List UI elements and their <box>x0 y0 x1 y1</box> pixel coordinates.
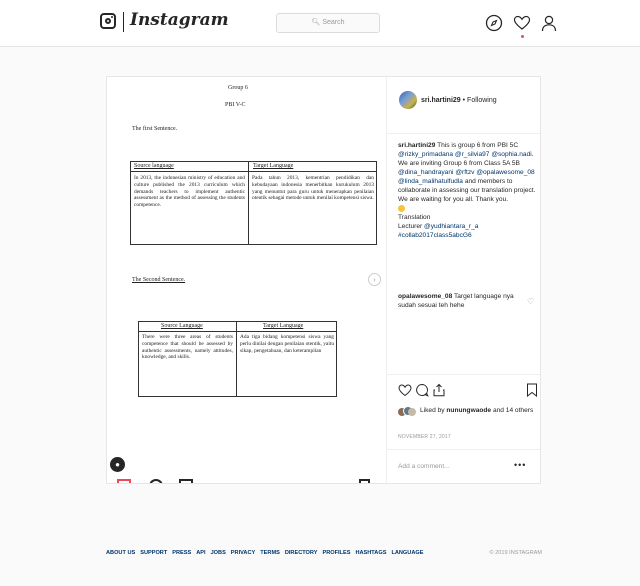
doc-table-2-source-text: There were three areas of students compe… <box>142 334 233 361</box>
compass-icon[interactable] <box>485 14 503 32</box>
footer-link[interactable]: HASHTAGS <box>355 550 386 556</box>
post-date[interactable]: NOVEMBER 27, 2017 <box>398 434 451 440</box>
post-side-panel: sri.hartini29 • Following sri.hartini29 … <box>386 77 540 483</box>
tagged-user-icon[interactable]: ● <box>110 457 125 472</box>
likes-prefix: Liked by <box>420 407 445 414</box>
doc-table-1: Source language Target Language In 2013,… <box>130 161 377 245</box>
doc-class-title: PBI V-C <box>225 102 246 108</box>
doc-table-1-target-header: Target Language <box>253 163 294 169</box>
comment-item: opalawesome_08 Target language nya sudah… <box>398 292 523 310</box>
author-separator: • <box>462 97 466 104</box>
doc-table-1-divider <box>248 162 249 244</box>
doc-first-heading: The first Sentence. <box>132 126 178 132</box>
caption-username[interactable]: sri.hartini29 <box>398 142 435 149</box>
comment-icon[interactable] <box>415 383 429 397</box>
heart-icon[interactable] <box>513 14 531 32</box>
profile-icon[interactable] <box>540 14 558 32</box>
more-options-icon[interactable]: ••• <box>514 460 526 470</box>
liker-avatar <box>408 408 416 416</box>
footer-link[interactable]: JOBS <box>211 550 226 556</box>
footer: ABOUT US SUPPORT PRESS API JOBS PRIVACY TERMS D… <box>106 550 542 562</box>
caption-lecturer-label: Lecturer <box>398 223 423 230</box>
caption-mention[interactable]: @rizky_primadana <box>398 151 453 158</box>
comment-overlay-icon <box>149 479 163 483</box>
caption-mention[interactable]: @sophia.nadi <box>491 151 531 158</box>
action-bar-divider <box>387 374 540 375</box>
add-comment-input[interactable]: Add a comment... <box>398 463 450 470</box>
post-author: sri.hartini29 • Following <box>421 97 497 104</box>
doc-table-1-source-text: In 2013, the indonesian ministry of educ… <box>134 175 245 209</box>
footer-link[interactable]: TERMS <box>260 550 280 556</box>
next-image-arrow-icon[interactable]: › <box>368 273 381 286</box>
post-caption: sri.hartini29 This is group 6 from PBI 5… <box>398 141 538 240</box>
footer-link[interactable]: SUPPORT <box>140 550 167 556</box>
heart-overlay-icon <box>117 479 131 483</box>
caption-translation-label: Translation <box>398 214 431 221</box>
search-icon: 🔍︎ <box>311 19 321 26</box>
save-overlay-icon <box>359 479 370 483</box>
notification-dot <box>521 35 524 38</box>
doc-table-2: Source Language Target Language There we… <box>138 321 337 397</box>
comment-username[interactable]: opalawesome_08 <box>398 293 452 300</box>
footer-link[interactable]: API <box>196 550 205 556</box>
post-header: sri.hartini29 • Following <box>387 77 540 134</box>
post-card: Group 6 PBI V-C The first Sentence. Sour… <box>106 76 541 484</box>
add-comment-bar: Add a comment... ••• <box>387 449 540 483</box>
brand-wordmark[interactable]: Instagram <box>130 10 229 30</box>
caption-mention[interactable]: @dina_handrayani <box>398 169 453 176</box>
like-icon[interactable] <box>398 383 412 397</box>
search-input[interactable]: 🔍︎ Search <box>276 13 380 33</box>
doc-table-2-target-text: Ada tiga bidang kompetensi siswa yang pe… <box>240 334 335 354</box>
likes-user[interactable]: nunungwaode <box>446 407 491 414</box>
share-icon[interactable] <box>432 383 446 397</box>
caption-mention[interactable]: @yudhiantara_r_a <box>424 223 478 230</box>
caption-mention[interactable]: @r_silvia97 <box>455 151 490 158</box>
post-image[interactable]: Group 6 PBI V-C The first Sentence. Sour… <box>107 77 386 483</box>
doc-table-2-divider <box>236 322 237 396</box>
footer-link[interactable]: LANGUAGE <box>391 550 423 556</box>
smiley-emoji-icon <box>398 204 405 212</box>
caption-mention[interactable]: @opalawesome_08 <box>476 169 534 176</box>
caption-hashtag[interactable]: #collab2017class5abcG6 <box>398 232 472 239</box>
doc-table-2-target-header: Target Language <box>263 323 304 329</box>
footer-link[interactable]: PRIVACY <box>231 550 255 556</box>
author-avatar[interactable] <box>399 91 417 109</box>
follow-button[interactable]: Following <box>467 97 497 104</box>
footer-copyright: © 2019 INSTAGRAM <box>489 550 542 556</box>
footer-links: ABOUT US SUPPORT PRESS API JOBS PRIVACY TERMS D… <box>106 550 542 556</box>
share-overlay-icon <box>179 479 193 483</box>
footer-link[interactable]: DIRECTORY <box>285 550 318 556</box>
doc-table-1-source-header: Source language <box>134 163 174 169</box>
footer-link[interactable]: ABOUT US <box>106 550 135 556</box>
caption-mention[interactable]: @linda_malihatulfudla <box>398 178 463 185</box>
search-placeholder: Search <box>322 19 345 26</box>
doc-group-title: Group 6 <box>228 85 248 91</box>
caption-text-1: This is group 6 from PBI 5C <box>437 142 519 149</box>
comment-like-icon[interactable]: ♡ <box>527 297 534 306</box>
top-navigation: Instagram 🔍︎ Search <box>0 0 640 47</box>
caption-mention[interactable]: @rftzv <box>455 169 474 176</box>
likes-suffix[interactable]: and 14 others <box>493 407 533 414</box>
doc-table-2-source-header: Source Language <box>161 323 203 329</box>
author-username[interactable]: sri.hartini29 <box>421 97 461 104</box>
instagram-camera-icon[interactable] <box>100 13 116 29</box>
save-icon[interactable] <box>525 383 539 397</box>
likes-summary[interactable]: Liked by nunungwaode and 14 others <box>420 406 538 415</box>
doc-table-1-target-text: Pada tahun 2013, kementrian pendidikan d… <box>252 175 374 202</box>
footer-link[interactable]: PRESS <box>172 550 191 556</box>
doc-second-heading: The Second Sentence. <box>132 277 186 283</box>
footer-link[interactable]: PROFILES <box>322 550 350 556</box>
logo-divider <box>123 12 124 32</box>
